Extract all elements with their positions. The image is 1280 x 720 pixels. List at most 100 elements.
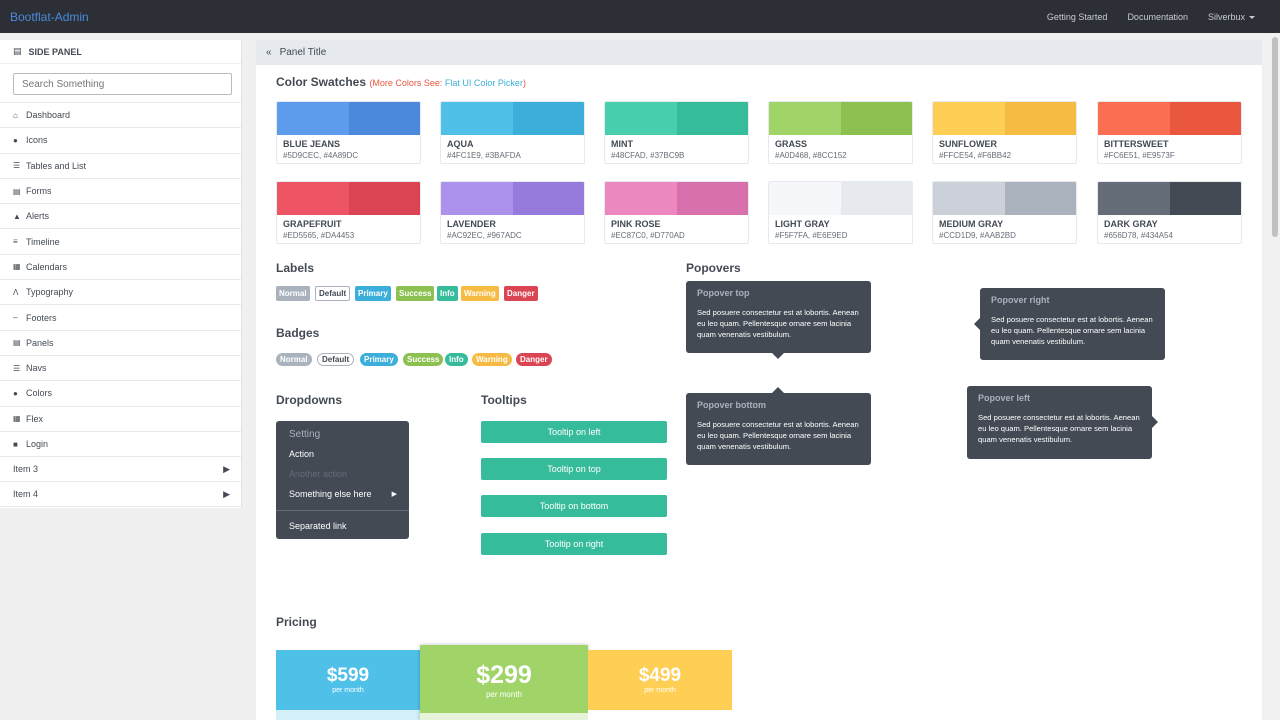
tooltip-left-button[interactable]: Tooltip on left [481,421,667,443]
sidebar-item-forms[interactable]: ▤ Forms [0,177,242,203]
swatch-name: LAVENDER [447,219,496,229]
swatch-name: BITTERSWEET [1104,139,1169,149]
panel-icon: ▤ [13,338,21,348]
popover-body: Sed posuere consectetur est at lobortis.… [697,308,859,339]
plan-price: $299 [476,661,532,689]
label-normal: Normal [276,286,310,301]
list-icon: ▤ [13,46,22,56]
swatch-name: DARK GRAY [1104,219,1158,229]
dropdown-menu: Setting Action Another action Something … [276,421,409,539]
sidebar-item-label: Flex [26,413,44,424]
swatch-hex: #F5F7FA, #E6E9ED [775,231,848,240]
pricing-plan-1: $599 per month [276,650,420,720]
swatch-aqua: AQUA #4FC1E9, #3BAFDA [440,101,585,164]
plan-price: $599 [326,665,370,686]
minus-icon: – [13,313,18,323]
sidebar-item-label: Tables and List [26,160,87,171]
swatch-hex: #48CFAD, #37BC9B [611,151,685,160]
sidebar-item-label: Panels [26,337,54,348]
top-navbar: Bootflat-Admin Getting Started Documenta… [0,0,1280,33]
pricing-plan-2: $299 per month [420,645,588,720]
chevron-right-icon: ▶ [223,464,230,475]
side-menu: ⌂ Dashboard ● Icons ☰ Tables and List ▤ Form… [0,102,242,507]
sidebar-item-footers[interactable]: – Footers [0,304,242,329]
timeline-icon: ≡ [13,237,18,247]
pricing-heading: Pricing [276,615,317,629]
sidebar-item-panels[interactable]: ▤ Panels [0,329,242,355]
swatch-hex: #5D9CEC, #4A89DC [283,151,359,160]
label-info: Info [437,286,458,301]
swatch-color-2 [1170,102,1241,135]
collapse-icon[interactable]: « [266,47,272,58]
nav-getting-started[interactable]: Getting Started [1047,12,1108,22]
swatch-color-2 [349,182,420,215]
badge-normal: Normal [276,353,312,366]
tooltip-top-button[interactable]: Tooltip on top [481,458,667,480]
scrollbar-track[interactable] [1270,33,1280,720]
swatch-name: PINK ROSE [611,219,661,229]
sidebar-item-timeline[interactable]: ≡ Timeline [0,228,242,253]
sidebar-item-label: Item 4 [13,489,39,500]
circle-icon: ● [13,135,18,145]
tooltip-right-button[interactable]: Tooltip on right [481,533,667,555]
swatch-color-2 [513,102,584,135]
scrollbar-thumb[interactable] [1272,37,1278,237]
swatch-name: MINT [611,139,633,149]
dropdown-divider [276,510,409,511]
swatch-hex: #FC6E51, #E9573F [1104,151,1175,160]
search-input[interactable] [13,73,232,95]
swatch-bittersweet: BITTERSWEET #FC6E51, #E9573F [1097,101,1242,164]
chevron-right-icon: ▶ [223,489,230,500]
swatch-color-2 [1005,182,1076,215]
brand-logo[interactable]: Bootflat-Admin [10,10,89,24]
swatch-name: MEDIUM GRAY [939,219,1004,229]
sidebar-item-label: Dashboard [26,110,71,121]
swatch-name: AQUA [447,139,474,149]
swatch-color-1 [605,102,677,135]
sidebar-item-calendars[interactable]: ▦ Calendars [0,253,242,279]
dropdown-item-submenu[interactable]: Something else here ▶ [289,489,404,499]
sidebar-item-alerts[interactable]: ▲ Alerts [0,203,242,228]
sidebar-item-colors[interactable]: ● Colors [0,380,242,405]
label-danger: Danger [504,286,538,301]
swatch-color-2 [841,182,912,215]
swatch-color-1 [441,182,513,215]
swatch-color-1 [933,102,1005,135]
calendar-icon: ▦ [13,262,21,272]
sidebar-item-flex[interactable]: ▦ Flex [0,405,242,431]
swatch-color-1 [605,182,677,215]
swatch-color-1 [1098,102,1170,135]
popover-arrow-right [1152,416,1158,428]
sidebar-item-item4[interactable]: Item 4 ▶ [0,481,242,507]
sidebar-item-typography[interactable]: Λ Typography [0,279,242,304]
more-colors-label: (More Colors See: [369,78,443,88]
sidebar-item-login[interactable]: ■ Login [0,430,242,456]
user-menu[interactable]: Silverbux [1208,12,1255,22]
nav-documentation[interactable]: Documentation [1127,12,1188,22]
submenu-label: Something else here [289,489,372,499]
popover-top: Popover top Sed posuere consectetur est … [686,281,871,353]
sidebar-item-navs[interactable]: ☰ Navs [0,354,242,380]
tooltip-bottom-button[interactable]: Tooltip on bottom [481,495,667,517]
badge-warning: Warning [472,353,512,366]
swatch-dark-gray: DARK GRAY #656D78, #434A54 [1097,181,1242,244]
swatch-pink-rose: PINK ROSE #EC87C0, #D770AD [604,181,749,244]
swatch-name: BLUE JEANS [283,139,341,149]
popover-arrow-down [772,353,784,359]
swatch-color-1 [1098,182,1170,215]
sidebar-item-tables[interactable]: ☰ Tables and List [0,152,242,178]
user-name: Silverbux [1207,12,1245,22]
section-title: Color Swatches [276,75,367,89]
dropdown-item-separated[interactable]: Separated link [289,521,347,531]
sidebar-item-item3[interactable]: Item 3 ▶ [0,456,242,481]
plan-price: $499 [638,665,682,686]
sidebar-item-label: Login [26,439,49,449]
swatch-name: GRASS [775,139,808,149]
sidebar-item-icons[interactable]: ● Icons [0,127,242,152]
popover-body: Sed posuere consectetur est at lobortis.… [697,420,859,451]
sidebar-item-dashboard[interactable]: ⌂ Dashboard [0,102,242,127]
color-picker-link[interactable]: Flat UI Color Picker [445,78,523,88]
badge-info: Info [445,353,468,366]
dropdown-item-action[interactable]: Action [289,449,314,459]
list-icon: ☰ [13,161,21,171]
